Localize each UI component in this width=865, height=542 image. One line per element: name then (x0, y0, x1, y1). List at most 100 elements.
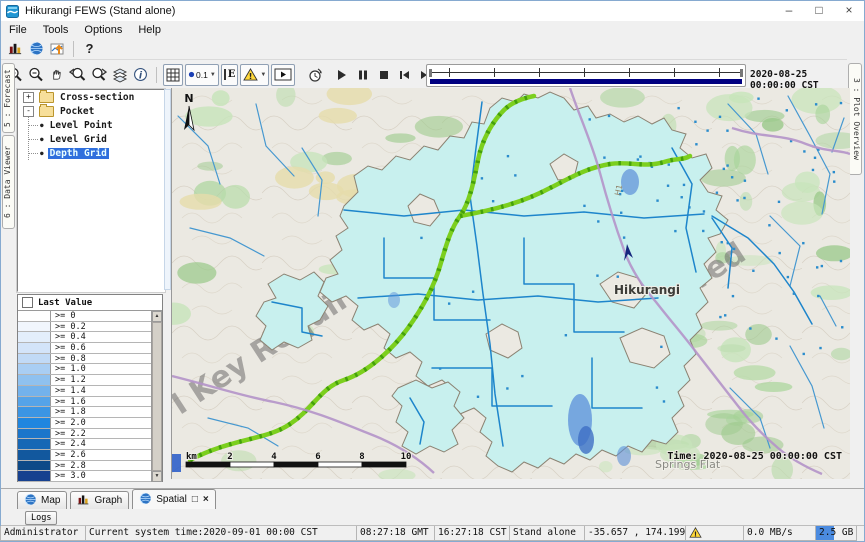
play-button[interactable] (331, 64, 352, 85)
first-frame-button[interactable] (394, 64, 415, 85)
side-tab-5-forecast[interactable]: 5 : Forecast (2, 63, 15, 133)
last-value-checkbox[interactable] (22, 297, 33, 308)
tab-spatial[interactable]: Spatial□× (132, 489, 215, 509)
legend-panel: Last Value >= 0>= 0.2>= 0.4>= 0.6>= 0.8>… (17, 294, 163, 482)
legend-row-label: >= 0.4 (51, 332, 86, 342)
tree-expander-icon[interactable]: - (23, 106, 34, 117)
map-display-button[interactable] (26, 38, 47, 59)
legend-swatch (18, 311, 51, 321)
timeseries-icon (50, 41, 66, 57)
menu-file[interactable]: File (1, 23, 35, 37)
toolbar-separator (156, 67, 157, 83)
tree-item-pocket[interactable]: -Pocket (18, 105, 164, 118)
node-bullet-icon: ● (40, 136, 44, 143)
timeline-slider[interactable] (426, 64, 746, 87)
layers-button[interactable] (109, 64, 130, 85)
globe-icon (139, 492, 156, 508)
help-button[interactable]: ? (79, 38, 100, 59)
stop-button[interactable] (373, 64, 394, 85)
legend-row-label: >= 1.6 (51, 397, 86, 407)
animation-button[interactable] (271, 64, 295, 86)
maximize-button[interactable]: □ (804, 1, 834, 21)
tab-map[interactable]: Map (17, 491, 67, 509)
tree-item-level-point[interactable]: ● Level Point (18, 119, 164, 132)
zoom-out-icon (28, 67, 44, 83)
tree-connector (28, 125, 38, 126)
legend-swatch (18, 322, 51, 332)
legend-swatch (18, 450, 51, 460)
legend-scroll-thumb[interactable] (152, 322, 162, 471)
info-button[interactable]: i (130, 64, 151, 85)
timer-button[interactable] (304, 64, 325, 85)
tree-item-label: Level Point (48, 120, 115, 131)
menu-bar: FileToolsOptionsHelp (1, 21, 864, 39)
close-button[interactable]: × (834, 1, 864, 21)
play-icon (336, 69, 348, 81)
help-icon: ? (86, 41, 94, 56)
tree-expander-icon[interactable]: + (23, 92, 34, 103)
threshold-dropdown[interactable]: 0.1 ▼ (185, 64, 219, 86)
tree-item-depth-grid[interactable]: ●Depth Grid (18, 147, 164, 160)
grid-icon (166, 68, 180, 82)
svg-text:10: 10 (401, 452, 412, 462)
side-tab-6-data-viewer[interactable]: 6 : Data Viewer (2, 135, 15, 229)
chevron-down-icon: ▼ (210, 72, 216, 78)
folder-icon (39, 92, 54, 103)
side-tab-3-plot-overview[interactable]: 3 : Plot Overview (848, 63, 862, 175)
first-frame-icon (398, 69, 411, 81)
zoom-next-icon (90, 67, 107, 83)
legend-row: >= 1.4 (18, 386, 151, 397)
scroll-down-icon[interactable]: ▼ (152, 471, 162, 482)
map-time-label: Time: 2020-08-25 00:00:00 CST (667, 450, 842, 462)
timeseries-display-button[interactable] (47, 38, 68, 59)
minimize-button[interactable]: – (774, 1, 804, 21)
legend-swatch (18, 375, 51, 385)
svg-text:4: 4 (271, 452, 277, 462)
status-warning[interactable]: ! (685, 526, 744, 541)
pan-button[interactable] (46, 64, 67, 85)
tab-label: Map (41, 495, 60, 506)
warning-icon: ! (689, 527, 702, 538)
timer-clock-icon (307, 67, 323, 83)
svg-text:2: 2 (227, 452, 232, 462)
legend-row-label: >= 1.0 (51, 364, 86, 374)
animation-player-icon (274, 68, 292, 81)
left-tab-strip: 5 : Forecast 6 : Data Viewer (1, 61, 15, 526)
legend-swatch (18, 332, 51, 342)
menu-help[interactable]: Help (130, 23, 169, 37)
tree-connector (28, 139, 38, 140)
map-canvas[interactable]: API Key Required API Key Required (171, 88, 850, 479)
legend-swatch (18, 364, 51, 374)
last-value-label: Last Value (38, 298, 92, 308)
elevation-icon: E (224, 69, 236, 80)
legend-row-label: >= 2.0 (51, 418, 86, 428)
stop-icon (378, 69, 390, 81)
menu-tools[interactable]: Tools (35, 23, 77, 37)
tree-item-level-grid[interactable]: ●Level Grid (18, 133, 164, 146)
app-icon (6, 5, 19, 18)
scroll-up-icon[interactable]: ▲ (152, 311, 162, 322)
chart-display-button[interactable] (5, 38, 26, 59)
legend-scrollbar[interactable]: ▲ ▼ (151, 311, 162, 482)
timeline-end-handle[interactable] (740, 69, 743, 77)
logs-button[interactable]: Logs (25, 511, 57, 525)
zoom-previous-button[interactable] (67, 64, 88, 85)
pause-button[interactable] (352, 64, 373, 85)
warning-dropdown[interactable]: ! ▼ (240, 64, 269, 86)
zoom-next-button[interactable] (88, 64, 109, 85)
tab-graph[interactable]: Graph (70, 491, 129, 509)
grid-button[interactable] (163, 64, 183, 86)
node-bullet-icon: ● (40, 122, 44, 129)
status-gmt-time: 08:27:18 GMT (356, 526, 435, 541)
globe-icon (29, 41, 44, 56)
elevation-button[interactable]: E (221, 64, 239, 86)
tab-maximize-icon[interactable]: □ (192, 494, 198, 505)
tree-scrollbar[interactable] (164, 89, 171, 290)
tree-item-cross-section[interactable]: +Cross-section (18, 91, 164, 104)
menu-options[interactable]: Options (76, 23, 130, 37)
pause-icon (357, 69, 369, 81)
zoom-out-button[interactable] (25, 64, 46, 85)
tab-close-icon[interactable]: × (203, 494, 209, 505)
status-coordinates: -35.657 , 174.199 (584, 526, 686, 541)
timeline-start-handle[interactable] (429, 69, 432, 77)
